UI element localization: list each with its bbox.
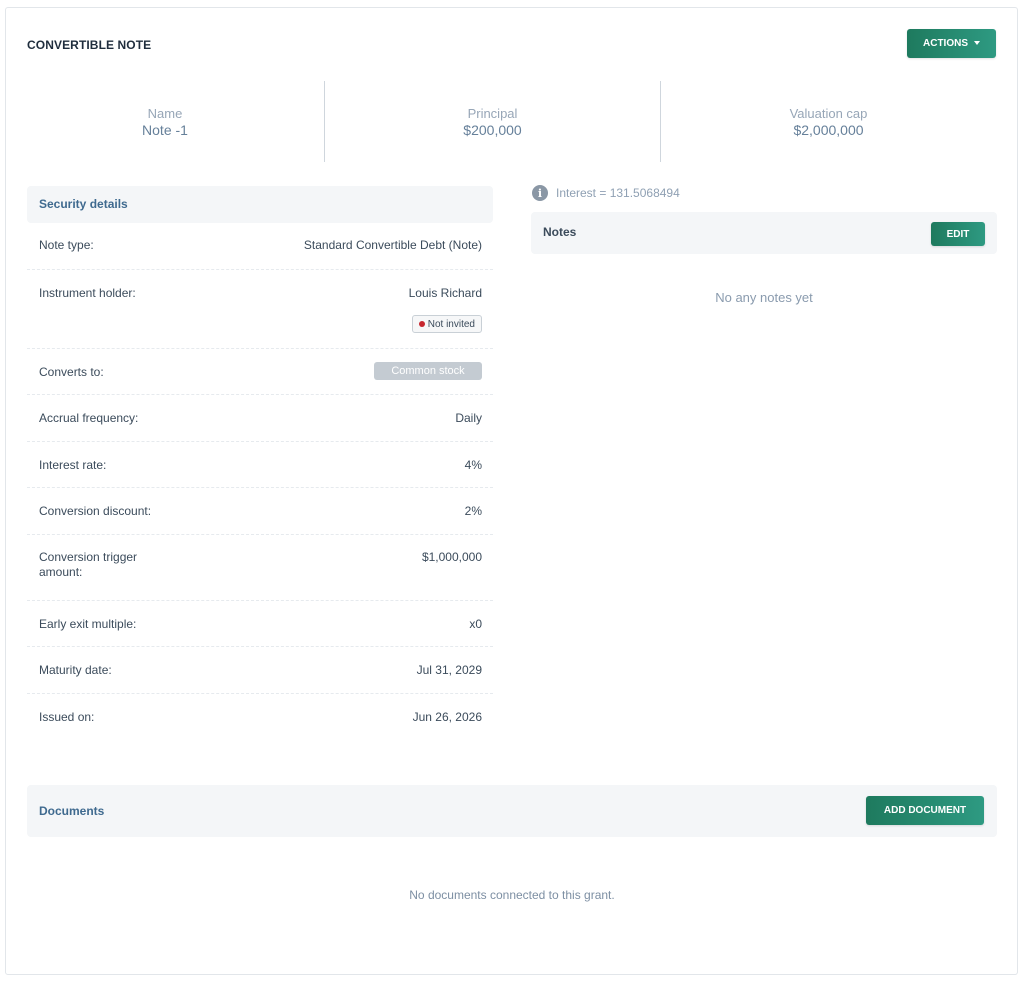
detail-key: Maturity date: [39,663,112,677]
stat-label: Valuation cap [789,106,868,121]
detail-key: Conversion trigger amount: [39,550,138,579]
detail-row-conversion-trigger-amount: Conversion trigger amount: $1,000,000 [27,535,493,601]
info-icon[interactable]: i [532,185,548,201]
detail-key: Converts to: [39,365,104,379]
detail-row-converts-to: Converts to: Common stock [27,349,493,395]
detail-value: Daily [455,411,482,425]
notes-empty-state: No any notes yet [715,290,813,305]
chevron-down-icon [974,40,980,45]
detail-value: 4% [464,458,482,472]
notes-header: Notes EDIT [531,212,997,254]
documents-empty-state: No documents connected to this grant. [409,888,615,902]
detail-key: Early exit multiple: [39,617,137,631]
detail-key: Note type: [39,238,94,252]
interest-summary: i Interest = 131.5068494 [532,185,680,201]
notes-title: Notes [543,225,577,239]
status-badge-label: Not invited [427,318,475,330]
status-badge: Not invited [411,315,482,333]
detail-value: Standard Convertible Debt (Note) [303,238,482,252]
status-dot-icon [418,321,425,327]
interest-text: Interest = 131.5068494 [556,186,680,200]
detail-key: Issued on: [39,710,95,724]
detail-key: Interest rate: [39,458,107,472]
detail-row-conversion-discount: Conversion discount: 2% [27,488,493,535]
detail-value: Jun 26, 2026 [412,710,482,724]
security-details-header: Security details [27,186,493,223]
page-title: CONVERTIBLE NOTE [27,38,152,52]
detail-row-instrument-holder: Instrument holder: Louis Richard Not inv… [27,270,493,349]
detail-value: Louis Richard [408,286,482,300]
detail-row-accrual-frequency: Accrual frequency: Daily [27,395,493,442]
detail-row-note-type: Note type: Standard Convertible Debt (No… [27,223,493,270]
detail-row-early-exit-multiple: Early exit multiple: x0 [27,601,493,647]
summary-stats: Name Note -1 Principal $200,000 Valuatio… [6,81,1017,162]
stat-value: $2,000,000 [793,122,864,138]
documents-title: Documents [39,804,105,818]
detail-key: Conversion discount: [39,504,152,518]
security-details-title: Security details [39,197,128,211]
detail-key: Instrument holder: [39,286,136,300]
stat-name: Name Note -1 [6,81,324,162]
detail-value: Jul 31, 2029 [416,663,482,677]
actions-label: ACTIONS [923,38,968,49]
detail-value: $1,000,000 [421,550,482,564]
converts-to-badge: Common stock [374,362,482,380]
detail-row-interest-rate: Interest rate: 4% [27,442,493,488]
detail-row-maturity-date: Maturity date: Jul 31, 2029 [27,647,493,694]
stat-value: $200,000 [463,122,522,138]
add-document-button[interactable]: ADD DOCUMENT [866,796,984,825]
stat-principal: Principal $200,000 [325,81,660,162]
detail-value: 2% [464,504,482,518]
stat-label: Principal [467,106,518,121]
stat-label: Name [147,106,183,121]
edit-notes-button[interactable]: EDIT [931,222,985,246]
detail-row-issued-on: Issued on: Jun 26, 2026 [27,694,493,740]
security-details-list: Note type: Standard Convertible Debt (No… [27,223,493,740]
convertible-note-card: CONVERTIBLE NOTE ACTIONS Name Note -1 Pr… [5,7,1018,975]
detail-key: Accrual frequency: [39,411,139,425]
actions-button[interactable]: ACTIONS [907,29,996,58]
detail-value: x0 [469,617,482,631]
documents-header: Documents ADD DOCUMENT [27,785,997,837]
stat-valuation-cap: Valuation cap $2,000,000 [661,81,996,162]
stat-value: Note -1 [142,122,188,138]
